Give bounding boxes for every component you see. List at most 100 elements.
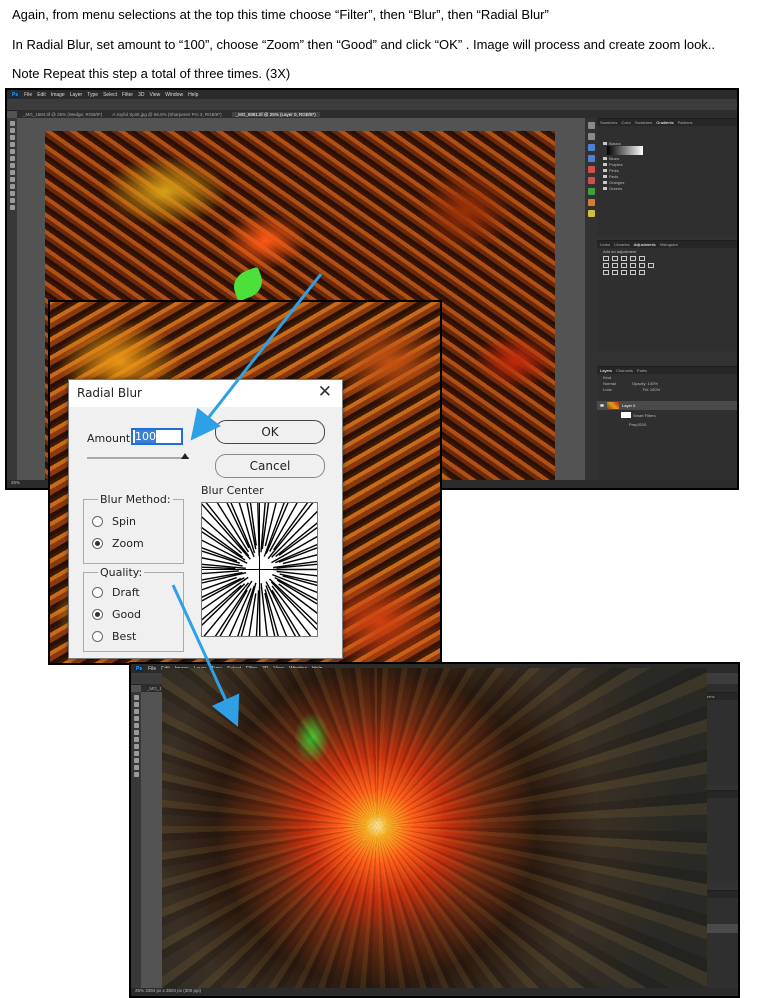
eye-icon[interactable] — [600, 404, 604, 407]
panel-tab[interactable]: Patterns — [678, 120, 693, 125]
crop-tool-icon[interactable] — [10, 142, 15, 147]
lasso-tool-icon[interactable] — [10, 135, 15, 140]
doc-tab-active[interactable]: _MG_6981.tif @ 25% (Layer 0, RGB/8*) — [232, 112, 320, 117]
eyedropper-tool-icon[interactable] — [10, 149, 15, 154]
panel-tab[interactable]: Swatches — [635, 120, 652, 125]
menu-layer[interactable]: Layer — [70, 92, 83, 98]
spin-radio[interactable] — [92, 516, 103, 527]
history-icon[interactable] — [588, 122, 595, 129]
curves-icon[interactable] — [621, 256, 627, 261]
smart-filters-row[interactable]: Smart Filters — [615, 412, 656, 418]
panel-tab[interactable]: Color — [621, 120, 631, 125]
panel-tab-active[interactable]: Layers — [600, 368, 612, 373]
plugin-icon[interactable] — [588, 177, 595, 184]
eyedropper-tool-icon[interactable] — [134, 723, 139, 728]
gradient-map-icon[interactable] — [630, 270, 636, 275]
spin-option[interactable]: Spin — [92, 515, 136, 528]
panel-tab[interactable]: Channels — [616, 368, 633, 373]
doc-tab[interactable]: _MG_1584.tif @ 25% (Wedge, RGB/8*) — [23, 112, 102, 117]
stamp-tool-icon[interactable] — [134, 737, 139, 742]
brightness-icon[interactable] — [603, 256, 609, 261]
brush-tool-icon[interactable] — [134, 730, 139, 735]
gradient-tool-icon[interactable] — [10, 177, 15, 182]
zoom-option[interactable]: Zoom — [92, 537, 144, 550]
menu-file[interactable]: File — [24, 92, 32, 98]
lasso-tool-icon[interactable] — [134, 709, 139, 714]
selective-color-icon[interactable] — [639, 270, 645, 275]
plugin-icon[interactable] — [588, 155, 595, 162]
panel-tab[interactable]: Libraries — [614, 242, 629, 247]
amount-input[interactable]: 100 — [131, 428, 183, 445]
zoom-radio[interactable] — [92, 538, 103, 549]
best-option[interactable]: Best — [92, 630, 136, 643]
layer-row[interactable]: Layer 0 — [597, 401, 737, 410]
menu-file[interactable]: File — [148, 666, 156, 672]
exposure-icon[interactable] — [630, 256, 636, 261]
opacity-field[interactable]: Opacity: 100% — [632, 381, 658, 386]
gradient-swatches[interactable] — [607, 146, 643, 155]
panel-tab[interactable]: Histogram — [660, 242, 678, 247]
threshold-icon[interactable] — [621, 270, 627, 275]
black-white-icon[interactable] — [621, 263, 627, 268]
menu-filter[interactable]: Filter — [122, 92, 133, 98]
plugin-icon[interactable] — [588, 144, 595, 151]
eraser-tool-icon[interactable] — [10, 170, 15, 175]
plugin-icon[interactable] — [588, 210, 595, 217]
posterize-icon[interactable] — [612, 270, 618, 275]
hand-tool-icon[interactable] — [10, 198, 15, 203]
menu-edit[interactable]: Edit — [37, 92, 46, 98]
draft-option[interactable]: Draft — [92, 586, 140, 599]
menu-view[interactable]: View — [150, 92, 161, 98]
gradient-group-row[interactable]: Basics — [597, 140, 737, 146]
menu-type[interactable]: Type — [87, 92, 98, 98]
dialog-titlebar[interactable]: Radial Blur ✕ — [69, 380, 342, 407]
marquee-tool-icon[interactable] — [134, 702, 139, 707]
color-lookup-icon[interactable] — [648, 263, 654, 268]
move-tool-icon[interactable] — [10, 121, 15, 126]
gradient-group-row[interactable]: Greens — [597, 185, 737, 191]
menu-help[interactable]: Help — [188, 92, 198, 98]
plugin-icon[interactable] — [588, 166, 595, 173]
hue-saturation-icon[interactable] — [603, 263, 609, 268]
stamp-tool-icon[interactable] — [10, 163, 15, 168]
menu-window[interactable]: Window — [165, 92, 183, 98]
amount-slider-track[interactable] — [87, 457, 189, 459]
pen-tool-icon[interactable] — [10, 184, 15, 189]
filter-row[interactable]: Prep2010 — [623, 421, 646, 427]
panel-tab[interactable]: Swatches — [600, 120, 617, 125]
blur-center-preview[interactable] — [201, 502, 318, 637]
best-radio[interactable] — [92, 631, 103, 642]
fill-field[interactable]: Fill: 100% — [643, 387, 661, 392]
plugin-icon[interactable] — [588, 199, 595, 206]
cancel-button[interactable]: Cancel — [215, 454, 325, 478]
color-balance-icon[interactable] — [612, 263, 618, 268]
brush-tool-icon[interactable] — [10, 156, 15, 161]
close-icon[interactable]: ✕ — [318, 382, 332, 402]
photo-filter-icon[interactable] — [630, 263, 636, 268]
menu-select[interactable]: Select — [103, 92, 117, 98]
crop-tool-icon[interactable] — [134, 716, 139, 721]
properties-icon[interactable] — [588, 133, 595, 140]
panel-tab[interactable]: Learn — [600, 242, 610, 247]
amount-slider-thumb[interactable] — [181, 453, 189, 459]
draft-radio[interactable] — [92, 587, 103, 598]
type-tool-icon[interactable] — [10, 191, 15, 196]
zoom-tool-icon[interactable] — [10, 205, 15, 210]
eraser-tool-icon[interactable] — [134, 744, 139, 749]
gradient-tool-icon[interactable] — [134, 751, 139, 756]
plugin-icon[interactable] — [588, 188, 595, 195]
invert-icon[interactable] — [603, 270, 609, 275]
panel-tab[interactable]: Paths — [637, 368, 647, 373]
move-tool-icon[interactable] — [134, 695, 139, 700]
marquee-tool-icon[interactable] — [10, 128, 15, 133]
type-tool-icon[interactable] — [134, 765, 139, 770]
hand-tool-icon[interactable] — [134, 772, 139, 777]
good-radio[interactable] — [92, 609, 103, 620]
pen-tool-icon[interactable] — [134, 758, 139, 763]
levels-icon[interactable] — [612, 256, 618, 261]
panel-tab-active[interactable]: Gradients — [656, 120, 673, 125]
blend-mode-select[interactable]: Normal — [603, 381, 616, 386]
menu-3d[interactable]: 3D — [138, 92, 144, 98]
good-option[interactable]: Good — [92, 608, 141, 621]
menu-image[interactable]: Image — [51, 92, 65, 98]
